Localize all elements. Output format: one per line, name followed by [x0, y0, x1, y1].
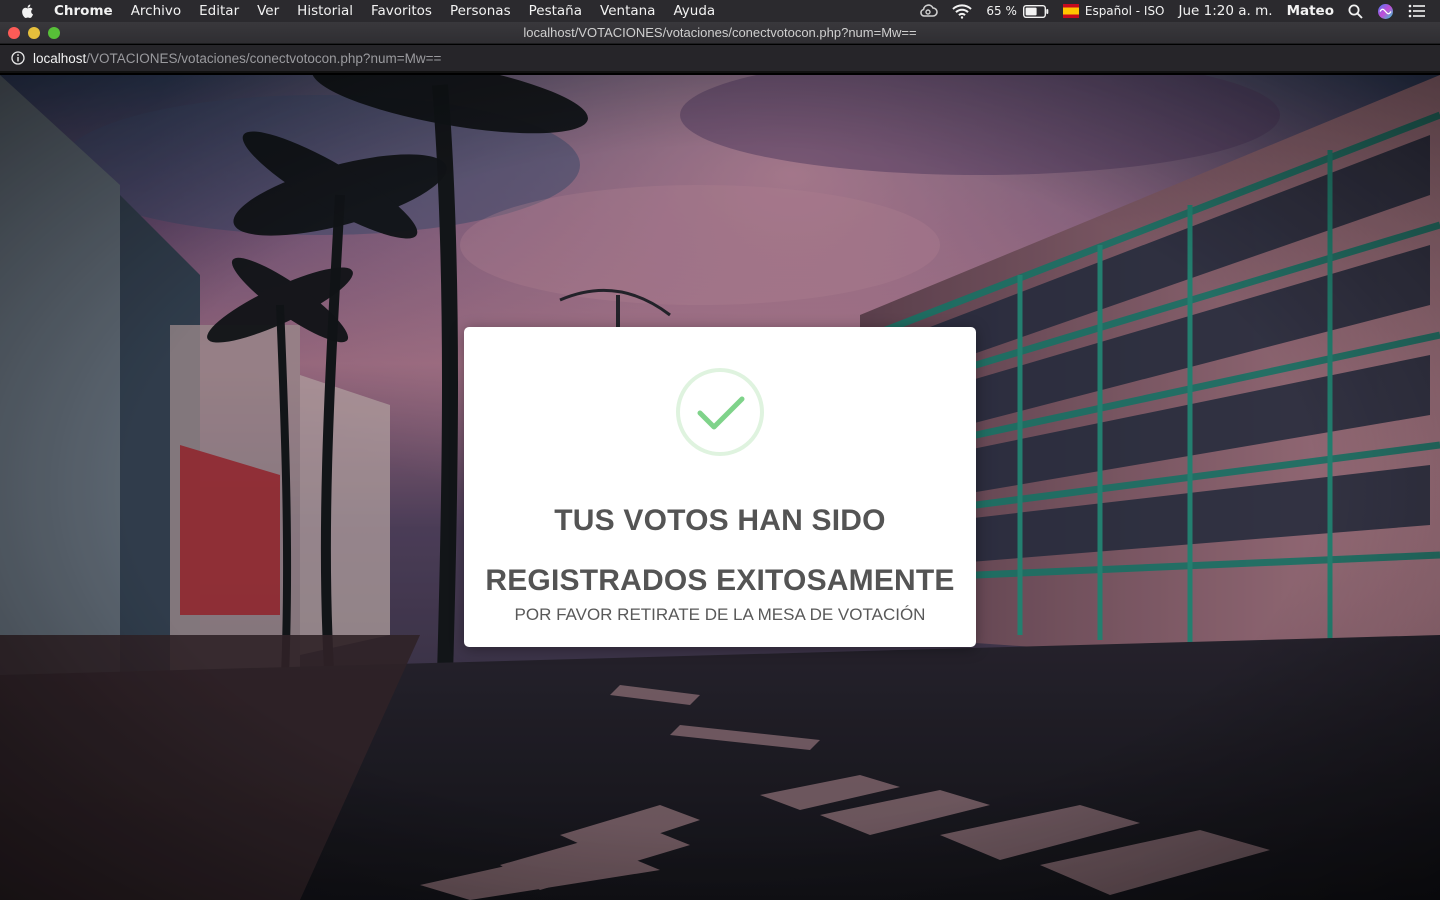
input-source-label[interactable]: Español - ISO [1085, 4, 1165, 18]
success-dialog: TUS VOTOS HAN SIDO REGISTRADOS EXITOSAME… [464, 327, 976, 647]
dialog-subtitle: POR FAVOR RETIRATE DE LA MESA DE VOTACIÓ… [514, 605, 926, 624]
menu-clock[interactable]: Jue 1:20 a. m. [1179, 3, 1273, 19]
user-name[interactable]: Mateo [1287, 3, 1334, 19]
siri-icon[interactable] [1377, 3, 1394, 20]
spain-flag-icon[interactable] [1062, 3, 1079, 19]
close-window-button[interactable] [8, 27, 20, 39]
spotlight-search-icon[interactable] [1348, 4, 1363, 19]
battery-icon[interactable] [1022, 4, 1049, 18]
menu-historial[interactable]: Historial [297, 3, 353, 19]
menu-ver[interactable]: Ver [257, 3, 279, 19]
menu-chrome[interactable]: Chrome [54, 3, 113, 19]
dialog-title-line-2: REGISTRADOS EXITOSAMENTE [485, 564, 955, 597]
fullscreen-window-button[interactable] [48, 27, 60, 39]
dialog-title-line-1: TUS VOTOS HAN SIDO [554, 504, 886, 537]
battery-percent[interactable]: 65 % [986, 4, 1017, 18]
notification-center-icon[interactable] [1408, 4, 1426, 18]
url-host[interactable]: localhost [33, 51, 86, 66]
site-info-icon[interactable] [11, 51, 25, 65]
menu-favoritos[interactable]: Favoritos [371, 3, 432, 19]
dialog-title: TUS VOTOS HAN SIDO REGISTRADOS EXITOSAME… [464, 491, 976, 611]
menu-archivo[interactable]: Archivo [131, 3, 181, 19]
window-controls [8, 27, 68, 39]
menu-ayuda[interactable]: Ayuda [673, 3, 715, 19]
minimize-window-button[interactable] [28, 27, 40, 39]
macos-menu-bar: Chrome Archivo Editar Ver Historial Favo… [0, 0, 1440, 22]
menu-personas[interactable]: Personas [450, 3, 511, 19]
window-title-bar: localhost/VOTACIONES/votaciones/conectvo… [0, 22, 1440, 44]
window-title: localhost/VOTACIONES/votaciones/conectvo… [523, 25, 917, 40]
page-viewport: TUS VOTOS HAN SIDO REGISTRADOS EXITOSAME… [0, 75, 1440, 900]
menu-editar[interactable]: Editar [199, 3, 239, 19]
apple-logo-icon[interactable] [20, 3, 36, 19]
menu-pestana[interactable]: Pestaña [529, 3, 582, 19]
menu-bar-status-area: 65 % Español - ISO Jue 1:20 a. m. Mateo [904, 0, 1440, 22]
success-check-icon [676, 368, 764, 456]
menu-ventana[interactable]: Ventana [600, 3, 655, 19]
wifi-icon[interactable] [952, 3, 973, 19]
address-bar[interactable]: localhost /VOTACIONES/votaciones/conectv… [0, 45, 1440, 73]
url-path[interactable]: /VOTACIONES/votaciones/conectvotocon.php… [86, 51, 441, 66]
creative-cloud-icon[interactable] [918, 4, 939, 18]
